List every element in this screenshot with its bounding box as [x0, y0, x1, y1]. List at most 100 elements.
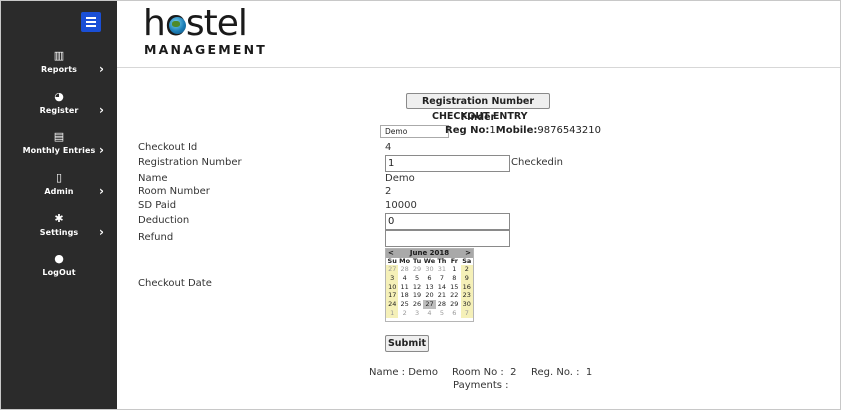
- menu-toggle-line: [86, 17, 96, 19]
- sd-paid-label: SD Paid: [138, 200, 177, 211]
- checkout-id-value: 4: [385, 142, 392, 153]
- summary-payments: Payments :: [453, 380, 509, 391]
- date-picker-calendar: < June 2018 > Su Mo Tu We Th Fr Sa 27 28 29 30 31 1 2…: [385, 248, 474, 322]
- calendar-day[interactable]: 29: [411, 265, 423, 274]
- calendar-weekday: We: [423, 257, 436, 265]
- menu-toggle-button[interactable]: [81, 12, 101, 32]
- submit-button[interactable]: Submit: [385, 335, 429, 352]
- header: hostel MANAGEMENT: [117, 1, 840, 68]
- calendar-day[interactable]: 17: [386, 291, 399, 301]
- calendar-day[interactable]: 27: [386, 265, 399, 274]
- calendar-day[interactable]: 2: [398, 309, 410, 318]
- calendar-day[interactable]: 6: [423, 274, 435, 283]
- calendar-day[interactable]: 31: [436, 265, 448, 274]
- room-number-label: Room Number: [138, 186, 210, 197]
- calendar-day[interactable]: 9: [460, 273, 473, 283]
- calendar-day[interactable]: 5: [411, 274, 423, 283]
- calendar-day[interactable]: 11: [398, 283, 410, 292]
- chevron-right-icon: ›: [99, 225, 104, 239]
- sidebar: ▥ Reports › ◕ Register › ▤ Monthly Entri…: [1, 1, 117, 409]
- summary-name: Name : Demo: [369, 367, 438, 378]
- menu-toggle-line: [86, 21, 96, 23]
- calendar-day[interactable]: 14: [436, 283, 448, 292]
- reg-no-label: Reg No:: [445, 125, 490, 136]
- calendar-day[interactable]: 10: [386, 282, 399, 292]
- sidebar-item-settings[interactable]: ✱ Settings ›: [1, 213, 117, 251]
- calendar-day[interactable]: 19: [411, 291, 423, 300]
- gear-icon: ✱: [54, 212, 64, 225]
- calendar-day[interactable]: 5: [436, 309, 448, 318]
- name-select[interactable]: Demo: [380, 125, 449, 138]
- chevron-right-icon: ›: [99, 62, 104, 76]
- refund-label: Refund: [138, 232, 174, 243]
- chevron-right-icon: ›: [99, 143, 104, 157]
- chevron-right-icon: ›: [99, 184, 104, 198]
- logo-subtitle: MANAGEMENT: [144, 42, 268, 57]
- refund-input[interactable]: [385, 230, 510, 247]
- calendar-day[interactable]: 2: [460, 265, 473, 274]
- calendar-weekday: Tu: [412, 257, 422, 265]
- checkin-status-text: Checkedin: [511, 157, 564, 168]
- name-value: Demo: [385, 173, 415, 184]
- calendar-grid: Su Mo Tu We Th Fr Sa 27 28 29 30 31 1 2 3 4 5 6 7 8 9 10 11 12 1…: [386, 258, 473, 318]
- calendar-day[interactable]: 4: [423, 309, 435, 318]
- room-number-value: 2: [385, 186, 392, 197]
- checkout-id-label: Checkout Id: [138, 142, 198, 153]
- name-label: Name: [138, 173, 168, 184]
- deduction-label: Deduction: [138, 215, 190, 226]
- sd-paid-value: 10000: [385, 200, 417, 211]
- sidebar-item-reports[interactable]: ▥ Reports ›: [1, 50, 117, 88]
- calendar-day[interactable]: 28: [398, 265, 410, 274]
- sidebar-item-admin[interactable]: ▯ Admin ›: [1, 172, 117, 210]
- book-icon: ▤: [53, 130, 65, 143]
- calendar-day[interactable]: 26: [411, 300, 423, 309]
- calendar-day[interactable]: 30: [423, 265, 435, 274]
- calendar-day[interactable]: 20: [423, 291, 435, 300]
- calendar-day[interactable]: 21: [436, 291, 448, 300]
- calendar-day[interactable]: 4: [398, 274, 410, 283]
- calendar-weekday: Th: [437, 257, 447, 265]
- calendar-day[interactable]: 3: [386, 273, 399, 283]
- registration-info: Reg No:1Mobile:9876543210: [445, 125, 601, 136]
- registration-number-label: Registration Number: [138, 157, 242, 168]
- logo-text: hostel: [143, 3, 248, 44]
- calendar-day[interactable]: 30: [460, 300, 473, 309]
- calendar-day[interactable]: 7: [460, 308, 473, 318]
- chevron-right-icon: ›: [99, 103, 104, 117]
- calendar-weekday: Sa: [462, 257, 472, 265]
- calendar-day[interactable]: 23: [460, 291, 473, 301]
- registration-number-finder-button[interactable]: Registration Number Finder: [406, 93, 550, 123]
- bar-chart-icon: ▥: [53, 49, 65, 62]
- checkout-date-label: Checkout Date: [138, 278, 212, 289]
- calendar-day[interactable]: 16: [460, 282, 473, 292]
- calendar-day[interactable]: 3: [411, 309, 423, 318]
- calendar-day[interactable]: 13: [423, 283, 435, 292]
- calendar-weekday: Mo: [399, 257, 411, 265]
- calendar-day[interactable]: 24: [386, 300, 399, 309]
- calendar-day[interactable]: 15: [448, 283, 460, 292]
- registration-number-input[interactable]: 1: [385, 155, 510, 172]
- calendar-day[interactable]: 1: [448, 265, 460, 274]
- calendar-day[interactable]: 7: [436, 274, 448, 283]
- calendar-day[interactable]: 25: [398, 300, 410, 309]
- calendar-day[interactable]: 22: [448, 291, 460, 300]
- calendar-day[interactable]: 28: [436, 300, 448, 309]
- calendar-day[interactable]: 8: [448, 274, 460, 283]
- globe-icon: [169, 17, 186, 34]
- mobile-value: 9876543210: [537, 125, 601, 136]
- page-title: CHECKOUT ENTRY: [432, 111, 528, 122]
- summary-reg: Reg. No. : 1: [531, 367, 593, 378]
- calendar-day[interactable]: 6: [448, 309, 460, 318]
- sidebar-item-logout[interactable]: ● LogOut: [1, 253, 117, 291]
- calendar-weekday: Fr: [450, 257, 458, 265]
- deduction-input[interactable]: 0: [385, 213, 510, 230]
- menu-toggle-line: [86, 25, 96, 27]
- sidebar-item-monthly-entries[interactable]: ▤ Monthly Entries ›: [1, 131, 117, 169]
- sidebar-item-label: LogOut: [42, 268, 76, 277]
- calendar-day[interactable]: 27: [423, 300, 436, 309]
- sidebar-item-register[interactable]: ◕ Register ›: [1, 91, 117, 129]
- calendar-day[interactable]: 1: [386, 308, 399, 318]
- calendar-day[interactable]: 12: [411, 283, 423, 292]
- calendar-day[interactable]: 29: [448, 300, 460, 309]
- calendar-day[interactable]: 18: [398, 291, 410, 300]
